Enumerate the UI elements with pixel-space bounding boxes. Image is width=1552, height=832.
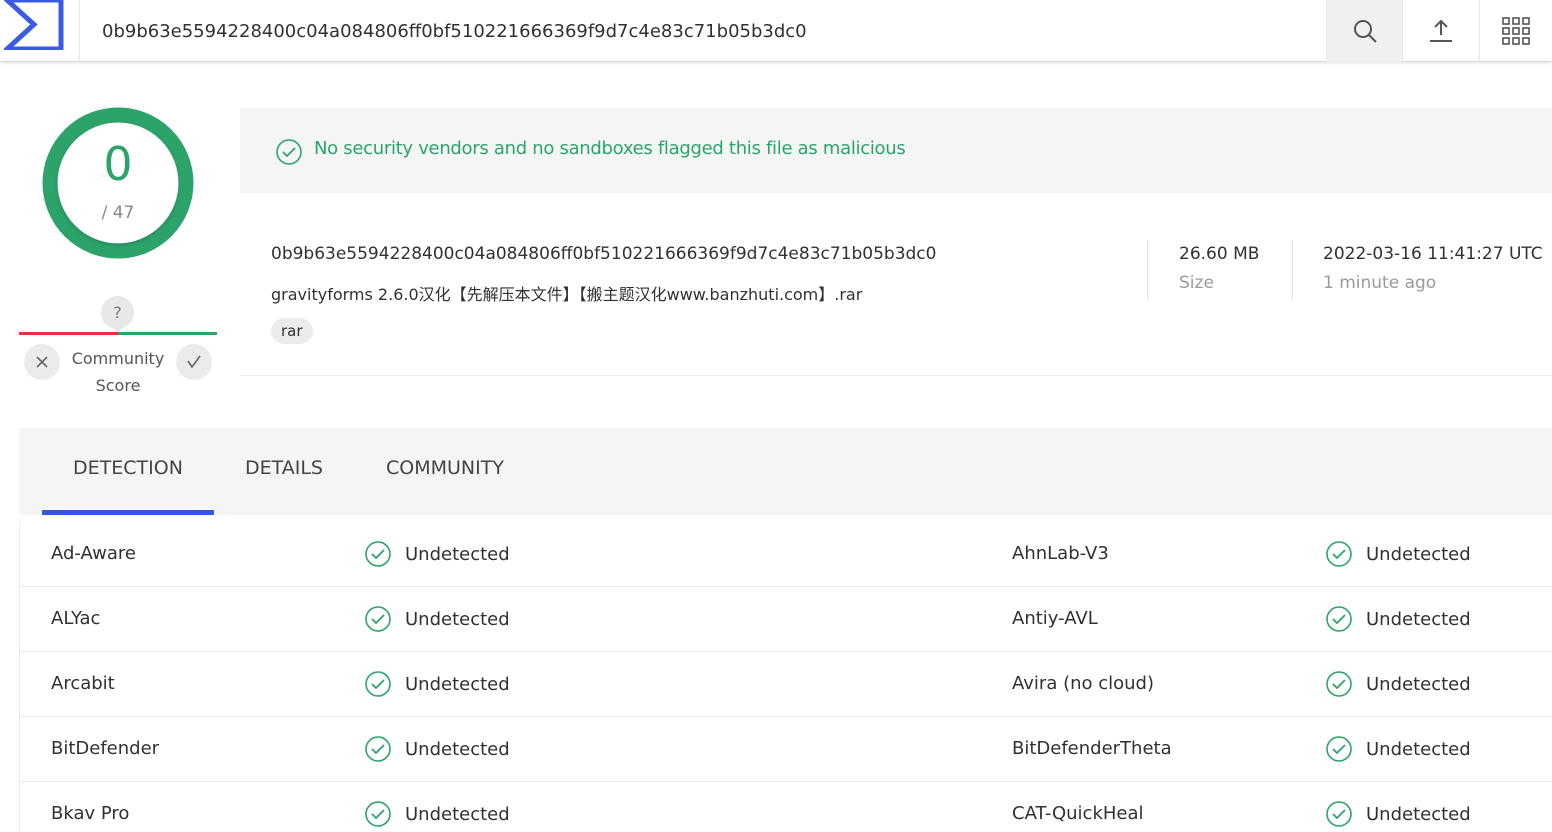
- engine-name: Bkav Pro: [51, 803, 130, 824]
- top-bar: [0, 0, 1552, 62]
- virustotal-logo[interactable]: [0, 0, 80, 62]
- table-row: Arcabit Undetected Avira (no cloud) Unde…: [20, 652, 1552, 717]
- check-circle-icon: [365, 736, 391, 762]
- verdict-text: No security vendors and no sandboxes fla…: [314, 138, 906, 159]
- file-type-tag[interactable]: rar: [271, 318, 313, 344]
- analysis-relative-time: 1 minute ago: [1323, 273, 1437, 293]
- table-row: ALYac Undetected Antiy-AVL Undetected: [20, 587, 1552, 652]
- file-hash: 0b9b63e5594228400c04a084806ff0bf51022166…: [271, 244, 937, 264]
- result-label: Undetected: [1366, 608, 1471, 630]
- engine-name: BitDefenderTheta: [1012, 738, 1172, 759]
- check-circle-icon: [365, 606, 391, 632]
- engine-result: Undetected: [364, 587, 510, 651]
- check-circle-icon: [1326, 736, 1352, 762]
- check-icon: [187, 355, 201, 369]
- file-size-value: 26.60 MB: [1179, 244, 1260, 264]
- community-label-line1: Community: [71, 349, 165, 368]
- close-icon: [36, 356, 48, 368]
- engine-name: Avira (no cloud): [1012, 673, 1154, 694]
- engine-name: Arcabit: [51, 673, 115, 694]
- file-size-label: Size: [1179, 273, 1214, 293]
- check-circle-icon: [1326, 541, 1352, 567]
- report-tabs: DETECTION DETAILS COMMUNITY: [19, 428, 1552, 515]
- divider: [1292, 241, 1293, 299]
- detection-table: Ad-Aware Undetected AhnLab-V3 Undetected…: [19, 522, 1552, 832]
- check-circle-icon: [1326, 671, 1352, 697]
- result-label: Undetected: [1366, 738, 1471, 760]
- file-info-panel: 0b9b63e5594228400c04a084806ff0bf51022166…: [240, 193, 1552, 376]
- result-label: Undetected: [405, 543, 510, 565]
- analysis-date: 2022-03-16 11:41:27 UTC: [1323, 244, 1543, 264]
- vote-malicious-button[interactable]: [24, 344, 60, 380]
- engine-result: Undetected: [364, 652, 510, 716]
- engine-name: BitDefender: [51, 738, 160, 759]
- apps-grid-button[interactable]: [1480, 0, 1552, 62]
- community-score-bar: [19, 332, 217, 335]
- engine-name: CAT-QuickHeal: [1012, 803, 1144, 824]
- search-icon: [1353, 20, 1377, 43]
- detection-score: 0 / 47: [40, 107, 196, 263]
- result-label: Undetected: [1366, 803, 1471, 825]
- check-circle-icon: [365, 671, 391, 697]
- engine-name: Ad-Aware: [51, 543, 136, 564]
- engine-result: Undetected: [364, 717, 510, 781]
- result-label: Undetected: [405, 608, 510, 630]
- file-name: gravityforms 2.6.0汉化【先解压本文件】【搬主题汉化www.ba…: [271, 285, 863, 304]
- result-label: Undetected: [1366, 673, 1471, 695]
- divider: [1147, 241, 1148, 299]
- community-score-label: Community Score: [62, 345, 174, 399]
- engine-result: Undetected: [1325, 717, 1471, 781]
- engine-result: Undetected: [1325, 652, 1471, 716]
- upload-icon: [1430, 19, 1452, 42]
- engine-name: Antiy-AVL: [1012, 608, 1098, 629]
- apps-grid-icon: [1502, 17, 1530, 45]
- check-circle-icon: [365, 541, 391, 567]
- result-label: Undetected: [1366, 543, 1471, 565]
- table-row: Bkav Pro Undetected CAT-QuickHeal Undete…: [20, 782, 1552, 832]
- vote-harmless-button[interactable]: [176, 344, 212, 380]
- engine-result: Undetected: [364, 782, 510, 832]
- engine-result: Undetected: [1325, 782, 1471, 832]
- community-score-badge: ?: [101, 296, 134, 333]
- engine-result: Undetected: [1325, 587, 1471, 651]
- engines-total: / 47: [101, 203, 135, 223]
- community-bar-positive: [118, 332, 217, 335]
- search-button[interactable]: [1326, 0, 1403, 62]
- tab-detection[interactable]: DETECTION: [42, 428, 214, 515]
- detection-count: 0: [103, 137, 133, 191]
- engine-result: Undetected: [1325, 522, 1471, 586]
- result-label: Undetected: [405, 738, 510, 760]
- tab-community[interactable]: COMMUNITY: [364, 428, 526, 515]
- verdict-banner: No security vendors and no sandboxes fla…: [240, 108, 1552, 193]
- check-circle-icon: [1326, 801, 1352, 827]
- community-label-line2: Score: [95, 376, 141, 395]
- virustotal-logo-icon: [4, 0, 64, 50]
- check-circle-icon: [1326, 606, 1352, 632]
- community-bar-negative: [19, 332, 118, 335]
- check-circle-icon: [276, 139, 302, 165]
- check-circle-icon: [365, 801, 391, 827]
- result-label: Undetected: [405, 673, 510, 695]
- tab-details[interactable]: DETAILS: [222, 428, 346, 515]
- table-row: Ad-Aware Undetected AhnLab-V3 Undetected: [20, 522, 1552, 587]
- engine-result: Undetected: [364, 522, 510, 586]
- engine-name: AhnLab-V3: [1012, 543, 1109, 564]
- upload-button[interactable]: [1403, 0, 1480, 62]
- table-row: BitDefender Undetected BitDefenderTheta …: [20, 717, 1552, 782]
- result-label: Undetected: [405, 803, 510, 825]
- search-input[interactable]: [80, 0, 1326, 62]
- engine-name: ALYac: [51, 608, 101, 629]
